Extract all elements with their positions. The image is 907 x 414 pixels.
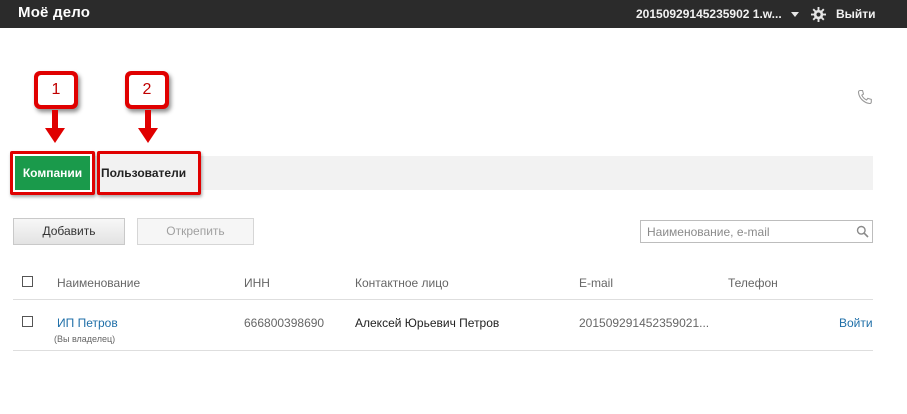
- column-header-phone[interactable]: Телефон: [728, 276, 778, 290]
- annotation-callout-2: 2: [125, 71, 169, 109]
- contact-value: Алексей Юрьевич Петров: [355, 316, 500, 330]
- annotation-label-2: 2: [129, 75, 165, 105]
- annotation-callout-1: 1: [34, 71, 78, 109]
- chevron-down-icon[interactable]: [791, 12, 799, 17]
- app-logo[interactable]: Моё дело: [18, 4, 90, 21]
- company-name-link[interactable]: ИП Петров: [57, 316, 118, 330]
- account-menu[interactable]: 20150929145235902 1.w...: [636, 7, 782, 21]
- search-box: [640, 220, 873, 243]
- phone-icon[interactable]: [857, 89, 873, 105]
- column-header-inn[interactable]: ИНН: [244, 276, 270, 290]
- column-header-name[interactable]: Наименование: [57, 276, 140, 290]
- annotation-arrow-icon: [45, 110, 65, 143]
- top-bar: Моё дело 20150929145235902 1.w... Выйти: [0, 0, 907, 28]
- add-button[interactable]: Добавить: [13, 218, 125, 245]
- annotation-label-1: 1: [38, 75, 74, 105]
- table-divider: [13, 350, 873, 351]
- column-header-contact[interactable]: Контактное лицо: [355, 276, 449, 290]
- annotation-arrow-icon: [138, 110, 158, 143]
- search-icon[interactable]: [856, 225, 869, 238]
- tab-companies-label: Компании: [15, 156, 90, 190]
- table-divider: [13, 299, 873, 300]
- gear-icon[interactable]: [811, 7, 826, 22]
- column-header-email[interactable]: E-mail: [579, 276, 613, 290]
- login-link[interactable]: Войти: [839, 316, 873, 330]
- email-value: 201509291452359021...: [579, 316, 710, 330]
- owner-note: (Вы владелец): [54, 334, 116, 344]
- search-input[interactable]: [641, 221, 851, 242]
- inn-value: 666800398690: [244, 316, 325, 330]
- tab-users[interactable]: Пользователи: [97, 151, 201, 195]
- row-checkbox[interactable]: [22, 316, 33, 327]
- detach-button[interactable]: Открепить: [137, 218, 254, 245]
- select-all-checkbox[interactable]: [22, 276, 33, 287]
- tab-companies[interactable]: Компании: [10, 151, 95, 195]
- logout-link[interactable]: Выйти: [836, 7, 876, 21]
